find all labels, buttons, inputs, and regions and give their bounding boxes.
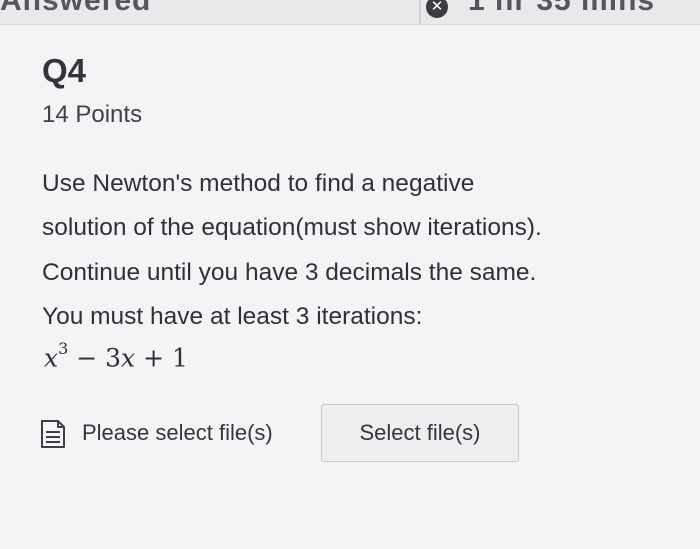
question-text-line: Use Newton's method to find a negative	[42, 170, 475, 197]
equation-variable: x	[44, 343, 59, 373]
equation-variable: x	[121, 343, 136, 373]
status-text: Answered	[0, 0, 152, 17]
equation-exponent: 3	[58, 339, 69, 358]
timer-text: 1 hr 35 mins	[468, 0, 656, 17]
equation-term: − 3	[68, 343, 122, 373]
equation: x3 − 3x + 1	[44, 339, 188, 373]
equation-term: + 1	[135, 343, 188, 373]
question-points: 14 Points	[42, 101, 143, 128]
top-bar: Answered ✕ 1 hr 35 mins	[0, 0, 700, 25]
close-icon[interactable]: ✕	[426, 0, 448, 18]
question-text-line: solution of the equation(must show itera…	[42, 214, 542, 241]
question-title: Q4	[42, 52, 87, 89]
document-icon	[41, 420, 65, 448]
question-text-line: You must have at least 3 iterations:	[42, 303, 423, 330]
question-text-line: Continue until you have 3 decimals the s…	[42, 259, 537, 286]
select-files-button[interactable]: Select file(s)	[321, 404, 519, 462]
file-selection-label: Please select file(s)	[82, 420, 273, 445]
top-bar-divider	[419, 0, 421, 24]
